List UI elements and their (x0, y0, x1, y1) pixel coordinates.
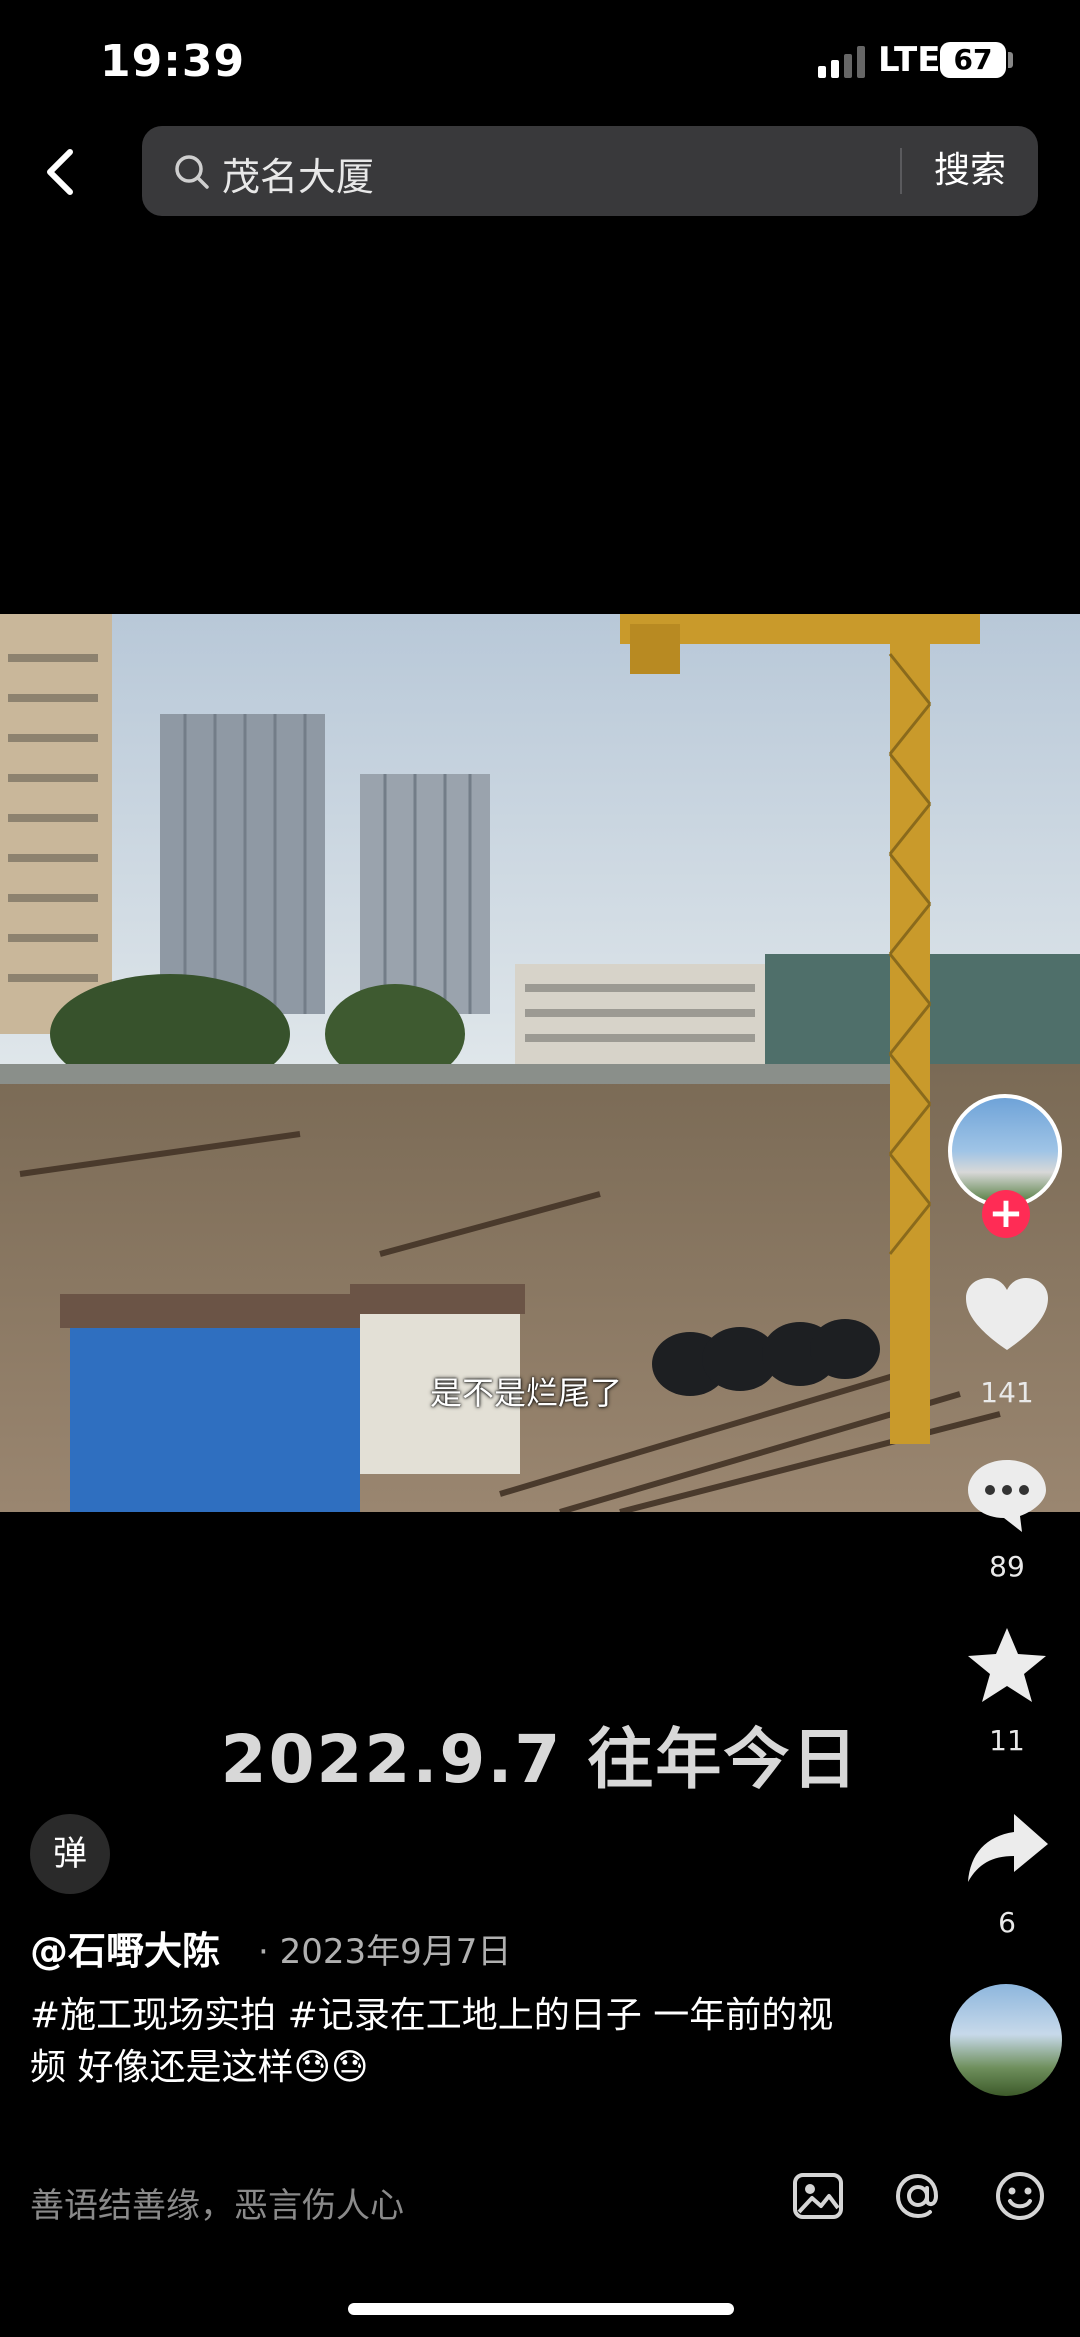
search-button[interactable]: 搜索 (910, 126, 1030, 216)
favorite-count: 11 (989, 1724, 1025, 1757)
comment-icon[interactable] (962, 1454, 1052, 1534)
status-time: 19:39 (100, 36, 246, 87)
at-icon[interactable] (890, 2168, 946, 2224)
post-date: · 2023年9月7日 (258, 1932, 512, 1972)
post-caption[interactable]: #施工现场实拍 #记录在工地上的日子 一年前的视频 好像还是这样😓😓 (30, 1990, 850, 2094)
search-icon (172, 152, 212, 192)
date-overlay: 2022.9.7 往年今日 (220, 1721, 860, 1798)
share-count: 6 (998, 1906, 1016, 1939)
comment-count: 89 (989, 1550, 1025, 1583)
back-icon[interactable] (34, 140, 90, 204)
author-name[interactable]: @石嘢大陈 (30, 1920, 220, 1975)
follow-button[interactable]: + (982, 1190, 1030, 1238)
heart-icon[interactable] (962, 1276, 1052, 1356)
like-count: 141 (980, 1376, 1034, 1409)
image-icon[interactable] (790, 2168, 846, 2224)
home-indicator[interactable] (348, 2303, 734, 2315)
search-divider (900, 148, 902, 194)
music-disc[interactable] (950, 1984, 1062, 2096)
search-input[interactable]: 茂名大厦 (222, 146, 374, 201)
battery-indicator: 67 (940, 42, 1006, 78)
video-subtitle: 是不是烂尾了 (430, 1374, 623, 1412)
network-type: LTE (878, 40, 941, 80)
star-icon[interactable] (962, 1626, 1052, 1706)
battery-tip (1008, 52, 1013, 68)
signal-icon (818, 44, 865, 78)
emoji-icon[interactable] (992, 2168, 1048, 2224)
share-icon[interactable] (962, 1808, 1052, 1888)
danmaku-toggle[interactable]: 弹 (30, 1814, 110, 1894)
comment-input[interactable]: 善语结善缘，恶言伤人心 (30, 2178, 404, 2227)
